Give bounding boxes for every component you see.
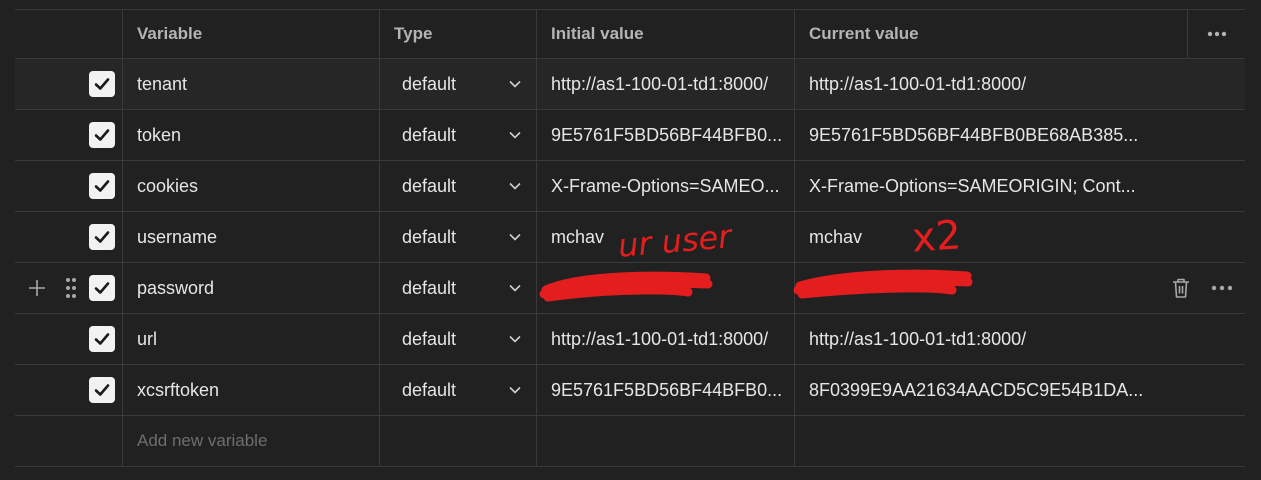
type-value: default bbox=[402, 328, 457, 349]
type-select[interactable]: default bbox=[380, 59, 537, 109]
type-select[interactable]: default bbox=[380, 110, 537, 160]
table-row: username default mchav mchav bbox=[15, 212, 1245, 263]
initial-value[interactable]: http://as1-100-01-td1:8000/ bbox=[537, 59, 795, 109]
type-value: default bbox=[402, 277, 457, 298]
type-select[interactable]: default bbox=[380, 212, 537, 262]
checkmark-icon bbox=[94, 384, 110, 396]
initial-value[interactable]: 9E5761F5BD56BF44BFB0... bbox=[537, 110, 795, 160]
add-new-variable-input[interactable]: Add new variable bbox=[123, 416, 380, 466]
type-value: default bbox=[402, 226, 457, 247]
type-select[interactable]: default bbox=[380, 365, 537, 415]
current-value[interactable]: http://as1-100-01-td1:8000/ bbox=[795, 314, 1187, 364]
chevron-down-icon bbox=[509, 80, 521, 88]
variable-name[interactable]: url bbox=[123, 314, 380, 364]
table-row: url default http://as1-100-01-td1:8000/ … bbox=[15, 314, 1245, 365]
chevron-down-icon bbox=[509, 284, 521, 292]
variable-name[interactable]: token bbox=[123, 110, 380, 160]
type-value: default bbox=[402, 175, 457, 196]
more-options-icon[interactable] bbox=[1211, 285, 1233, 291]
row-control-cell bbox=[15, 314, 123, 364]
enable-checkbox[interactable] bbox=[89, 224, 115, 250]
variable-name[interactable]: cookies bbox=[123, 161, 380, 211]
initial-value[interactable]: 9E5761F5BD56BF44BFB0... bbox=[537, 365, 795, 415]
new-variable-row: Add new variable bbox=[15, 416, 1245, 467]
initial-value[interactable]: mchav bbox=[537, 212, 795, 262]
chevron-down-icon bbox=[509, 335, 521, 343]
empty-type-cell bbox=[380, 416, 537, 466]
checkmark-icon bbox=[94, 129, 110, 141]
type-select[interactable]: default bbox=[380, 314, 537, 364]
variables-table: Variable Type Initial value Current valu… bbox=[15, 9, 1245, 467]
type-value: default bbox=[402, 73, 457, 94]
current-value[interactable]: 8F0399E9AA21634AACD5C9E54B1DA... bbox=[795, 365, 1187, 415]
table-header: Variable Type Initial value Current valu… bbox=[15, 10, 1245, 59]
more-options-icon bbox=[1207, 31, 1226, 37]
initial-value[interactable] bbox=[537, 263, 795, 313]
enable-checkbox[interactable] bbox=[89, 71, 115, 97]
initial-value[interactable]: http://as1-100-01-td1:8000/ bbox=[537, 314, 795, 364]
checkmark-icon bbox=[94, 282, 110, 294]
row-control-cell bbox=[15, 212, 123, 262]
row-control-cell bbox=[15, 263, 123, 313]
current-value[interactable]: http://as1-100-01-td1:8000/ bbox=[795, 59, 1187, 109]
current-value[interactable]: mchav bbox=[795, 212, 1187, 262]
table-row: token default 9E5761F5BD56BF44BFB0... 9E… bbox=[15, 110, 1245, 161]
row-control-cell bbox=[15, 59, 123, 109]
enable-checkbox[interactable] bbox=[89, 173, 115, 199]
chevron-down-icon bbox=[509, 386, 521, 394]
variable-name[interactable]: xcsrftoken bbox=[123, 365, 380, 415]
current-value[interactable] bbox=[795, 263, 1187, 313]
checkmark-icon bbox=[94, 78, 110, 90]
row-control-cell bbox=[15, 161, 123, 211]
checkmark-icon bbox=[94, 333, 110, 345]
current-value[interactable]: 9E5761F5BD56BF44BFB0BE68AB385... bbox=[795, 110, 1187, 160]
checkmark-icon bbox=[94, 231, 110, 243]
enable-checkbox[interactable] bbox=[89, 122, 115, 148]
plus-icon[interactable] bbox=[27, 278, 47, 298]
table-row: xcsrftoken default 9E5761F5BD56BF44BFB0.… bbox=[15, 365, 1245, 416]
enable-checkbox[interactable] bbox=[89, 275, 115, 301]
table-row: tenant default http://as1-100-01-td1:800… bbox=[15, 59, 1245, 110]
type-value: default bbox=[402, 124, 457, 145]
table-row: cookies default X-Frame-Options=SAMEO...… bbox=[15, 161, 1245, 212]
checkmark-icon bbox=[94, 180, 110, 192]
chevron-down-icon bbox=[509, 131, 521, 139]
empty-initial-cell bbox=[537, 416, 795, 466]
drag-handle-icon[interactable] bbox=[65, 277, 77, 299]
header-control-cell bbox=[15, 10, 123, 58]
type-value: default bbox=[402, 379, 457, 400]
type-select[interactable]: default bbox=[380, 161, 537, 211]
table-row: password default bbox=[15, 263, 1245, 314]
row-control-cell bbox=[15, 416, 123, 466]
header-type: Type bbox=[380, 10, 537, 58]
chevron-down-icon bbox=[509, 233, 521, 241]
header-variable: Variable bbox=[123, 10, 380, 58]
header-current-value: Current value bbox=[809, 24, 919, 43]
type-select[interactable]: default bbox=[380, 263, 537, 313]
chevron-down-icon bbox=[509, 182, 521, 190]
enable-checkbox[interactable] bbox=[89, 377, 115, 403]
empty-current-cell bbox=[795, 416, 1187, 466]
variable-name[interactable]: password bbox=[123, 263, 380, 313]
row-control-cell bbox=[15, 365, 123, 415]
header-initial-value: Initial value bbox=[537, 10, 795, 58]
row-control-cell bbox=[15, 110, 123, 160]
enable-checkbox[interactable] bbox=[89, 326, 115, 352]
current-value[interactable]: X-Frame-Options=SAMEORIGIN; Cont... bbox=[795, 161, 1187, 211]
trash-icon[interactable] bbox=[1171, 277, 1191, 299]
initial-value[interactable]: X-Frame-Options=SAMEO... bbox=[537, 161, 795, 211]
columns-menu-button[interactable] bbox=[1187, 10, 1245, 58]
variable-name[interactable]: tenant bbox=[123, 59, 380, 109]
variable-name[interactable]: username bbox=[123, 212, 380, 262]
